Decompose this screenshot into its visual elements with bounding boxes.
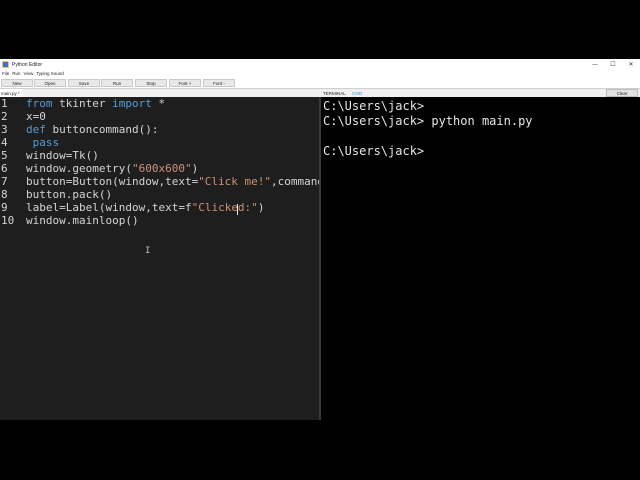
code-editor[interactable]: 1 2 3 4 5 6 7 8 9 10 from tkinter import… <box>0 97 319 420</box>
line-number: 1 <box>1 97 8 110</box>
line-number: 3 <box>1 123 8 136</box>
code-line: def buttoncommand(): <box>26 123 158 136</box>
code-token: ) <box>191 162 199 175</box>
keyword-token: from <box>26 97 53 110</box>
new-button[interactable]: New <box>1 79 33 87</box>
menu-view[interactable]: View <box>24 71 34 76</box>
font-decrease-button[interactable]: Font - <box>203 79 235 87</box>
code-token: tkinter <box>52 97 113 110</box>
stop-button[interactable]: Stop <box>135 79 167 87</box>
string-token: "Clicked:" <box>191 201 258 214</box>
clear-button[interactable]: Clear <box>606 89 638 97</box>
text-cursor <box>237 204 238 215</box>
close-icon[interactable]: ✕ <box>622 59 640 70</box>
terminal-panel[interactable]: C:\Users\jack> C:\Users\jack> python mai… <box>321 97 640 420</box>
line-number: 4 <box>1 136 8 149</box>
code-token: button=Button(window,text= <box>26 175 199 188</box>
tab-main-py[interactable]: main.py * <box>0 89 22 97</box>
code-token: ) <box>257 201 265 214</box>
code-token: window.geometry( <box>26 162 132 175</box>
keyword-token: import <box>112 97 152 110</box>
editor-window: Python Editor — ☐ ✕ File Run View Typing… <box>0 59 640 420</box>
toolbar: New Open Save Run Stop Font + Font - <box>0 77 640 89</box>
window-controls: — ☐ ✕ <box>586 59 640 70</box>
code-line: button.pack() <box>26 188 113 201</box>
code-line: window.geometry("600x600") <box>26 162 198 175</box>
line-number: 9 <box>1 201 8 214</box>
menu-bar: File Run View Typing Sound <box>0 70 640 77</box>
title-bar: Python Editor — ☐ ✕ <box>0 59 640 70</box>
line-number: 5 <box>1 149 8 162</box>
menu-run[interactable]: Run <box>12 71 20 76</box>
menu-typing-sound[interactable]: Typing Sound <box>36 71 64 76</box>
code-line: x=0 <box>26 110 46 123</box>
tab-bar: main.py * TERMINAL CMD Clear <box>0 89 640 97</box>
font-increase-button[interactable]: Font + <box>169 79 201 87</box>
open-button[interactable]: Open <box>34 79 66 87</box>
save-button[interactable]: Save <box>68 79 100 87</box>
minimize-icon[interactable]: — <box>586 59 604 70</box>
code-token: * <box>151 97 166 110</box>
string-token: "Click me!" <box>198 175 272 188</box>
menu-file[interactable]: File <box>2 71 9 76</box>
code-line: button=Button(window,text="Click me!",co… <box>26 175 319 188</box>
python-app-icon <box>2 61 9 68</box>
video-letterbox-top <box>0 0 640 59</box>
code-token: buttoncommand(): <box>45 123 159 136</box>
terminal-line: C:\Users\jack> <box>323 144 425 158</box>
code-line: pass <box>26 136 60 149</box>
line-number: 7 <box>1 175 8 188</box>
line-number: 6 <box>1 162 8 175</box>
code-token: label=Label(window,text=f <box>26 201 192 214</box>
mouse-ibeam-icon: I <box>145 246 151 256</box>
code-line: window=Tk() <box>26 149 99 162</box>
line-number: 8 <box>1 188 8 201</box>
window-title: Python Editor <box>12 61 43 68</box>
terminal-line: C:\Users\jack> <box>323 99 425 113</box>
run-button[interactable]: Run <box>101 79 133 87</box>
line-number-gutter: 1 2 3 4 5 6 7 8 9 10 <box>0 97 18 420</box>
tab-cmd[interactable]: CMD <box>352 89 362 97</box>
line-number: 2 <box>1 110 8 123</box>
line-number: 10 <box>1 214 15 227</box>
code-line: window.mainloop() <box>26 214 139 227</box>
code-line: label=Label(window,text=f"Clicked:") <box>26 201 264 214</box>
code-token: ,command=bu <box>271 175 319 188</box>
video-letterbox-bottom <box>0 420 640 480</box>
string-token: "600x600" <box>131 162 192 175</box>
keyword-token: def <box>26 123 46 136</box>
tab-terminal[interactable]: TERMINAL <box>323 89 346 97</box>
code-line: from tkinter import * <box>26 97 165 110</box>
terminal-line: C:\Users\jack> python main.py <box>323 114 533 128</box>
maximize-icon[interactable]: ☐ <box>604 59 622 70</box>
